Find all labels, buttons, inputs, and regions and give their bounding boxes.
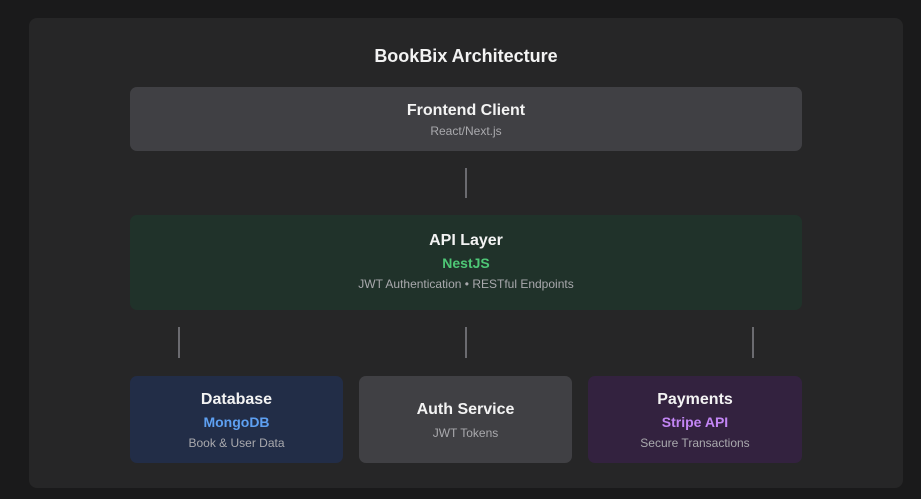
payments-tech: Stripe API [661, 414, 729, 430]
connector-api-database [178, 327, 180, 358]
api-layer-box: API Layer NestJS JWT Authentication • RE… [130, 215, 802, 310]
diagram-title: BookBix Architecture [374, 46, 558, 66]
api-name: API Layer [429, 232, 503, 249]
connector-api-payments [752, 327, 754, 358]
payments-box: Payments Stripe API Secure Transactions [588, 376, 802, 463]
connector-api-auth [465, 327, 467, 358]
frontend-client-box: Frontend Client React/Next.js [130, 87, 802, 151]
payments-desc: Secure Transactions [640, 436, 750, 450]
architecture-panel: BookBix Architecture Frontend Client Rea… [29, 18, 903, 488]
connector-frontend-api [465, 168, 467, 198]
database-tech: MongoDB [203, 414, 270, 430]
frontend-desc: React/Next.js [430, 124, 502, 138]
database-name: Database [200, 391, 273, 408]
frontend-name: Frontend Client [406, 102, 526, 119]
payments-name: Payments [657, 391, 733, 408]
api-desc: JWT Authentication • RESTful Endpoints [358, 277, 574, 291]
api-tech: NestJS [442, 255, 490, 271]
auth-name: Auth Service [416, 401, 515, 418]
auth-service-box: Auth Service JWT Tokens [359, 376, 572, 463]
database-desc: Book & User Data [188, 436, 285, 450]
auth-desc: JWT Tokens [432, 426, 499, 440]
database-box: Database MongoDB Book & User Data [130, 376, 343, 463]
